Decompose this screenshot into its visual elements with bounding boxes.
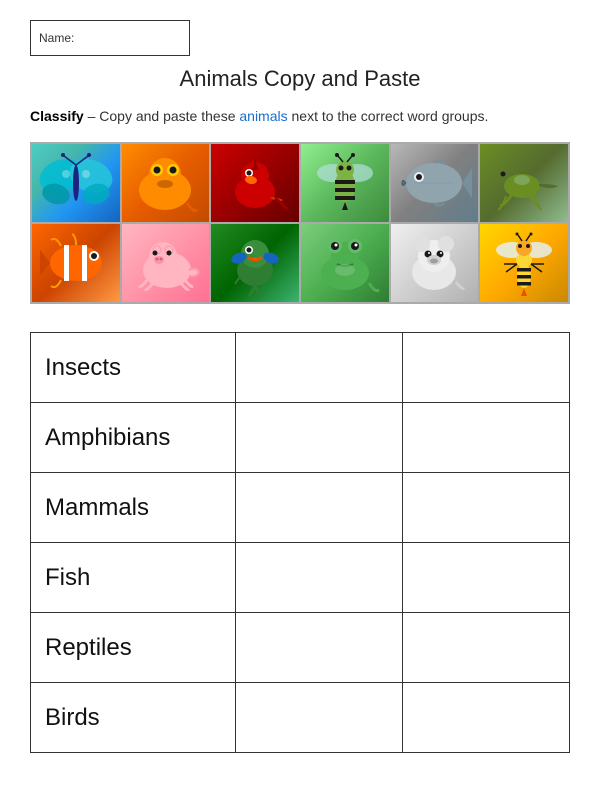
animal-green-frog[interactable] [300, 223, 390, 303]
animal-bee[interactable] [300, 143, 390, 223]
clownfish-icon [36, 228, 116, 298]
answer-cell-0-2[interactable] [402, 333, 569, 403]
instructions-suffix: next to the correct word groups. [288, 108, 489, 124]
category-label-3: Fish [31, 543, 236, 613]
animal-orange-frog[interactable] [121, 143, 211, 223]
parrot-icon [215, 228, 295, 298]
animal-grid [30, 142, 570, 304]
green-frog-icon [305, 228, 385, 298]
page-title: Animals Copy and Paste [30, 66, 570, 92]
animal-parrot[interactable] [210, 223, 300, 303]
instructions: Classify – Copy and paste these animals … [30, 108, 570, 124]
category-label-4: Reptiles [31, 613, 236, 683]
answer-cell-5-1[interactable] [235, 683, 402, 753]
answer-cell-4-1[interactable] [235, 613, 402, 683]
category-row: Insects [31, 333, 570, 403]
answer-cell-5-2[interactable] [402, 683, 569, 753]
animal-wasp[interactable] [479, 223, 569, 303]
classification-table: Insects Amphibians Mammals Fish Reptiles… [30, 332, 570, 753]
category-row: Amphibians [31, 403, 570, 473]
animal-clownfish[interactable] [31, 223, 121, 303]
answer-cell-3-1[interactable] [235, 543, 402, 613]
category-row: Mammals [31, 473, 570, 543]
answer-cell-1-1[interactable] [235, 403, 402, 473]
category-row: Birds [31, 683, 570, 753]
animal-lizard[interactable] [479, 143, 569, 223]
wasp-icon [484, 228, 564, 298]
pig-icon [125, 228, 205, 298]
animals-word: animals [239, 108, 287, 124]
category-label-5: Birds [31, 683, 236, 753]
cardinal-icon [215, 148, 295, 218]
fish-icon [394, 148, 474, 218]
lizard-icon [484, 148, 564, 218]
polar-bear-icon [394, 228, 474, 298]
answer-cell-1-2[interactable] [402, 403, 569, 473]
orange-frog-icon [125, 148, 205, 218]
animal-pig[interactable] [121, 223, 211, 303]
category-label-0: Insects [31, 333, 236, 403]
name-label: Name: [39, 31, 74, 45]
answer-cell-2-2[interactable] [402, 473, 569, 543]
category-row: Reptiles [31, 613, 570, 683]
answer-cell-0-1[interactable] [235, 333, 402, 403]
bee-icon [305, 148, 385, 218]
instructions-middle: – Copy and paste these [84, 108, 240, 124]
name-field[interactable]: Name: [30, 20, 190, 56]
category-row: Fish [31, 543, 570, 613]
animal-polar-bear[interactable] [390, 223, 480, 303]
category-label-2: Mammals [31, 473, 236, 543]
animal-fish-mouth[interactable] [390, 143, 480, 223]
animal-butterfly[interactable] [31, 143, 121, 223]
classify-word: Classify [30, 108, 84, 124]
butterfly-icon [36, 148, 116, 218]
answer-cell-4-2[interactable] [402, 613, 569, 683]
answer-cell-3-2[interactable] [402, 543, 569, 613]
category-label-1: Amphibians [31, 403, 236, 473]
animal-cardinal[interactable] [210, 143, 300, 223]
answer-cell-2-1[interactable] [235, 473, 402, 543]
